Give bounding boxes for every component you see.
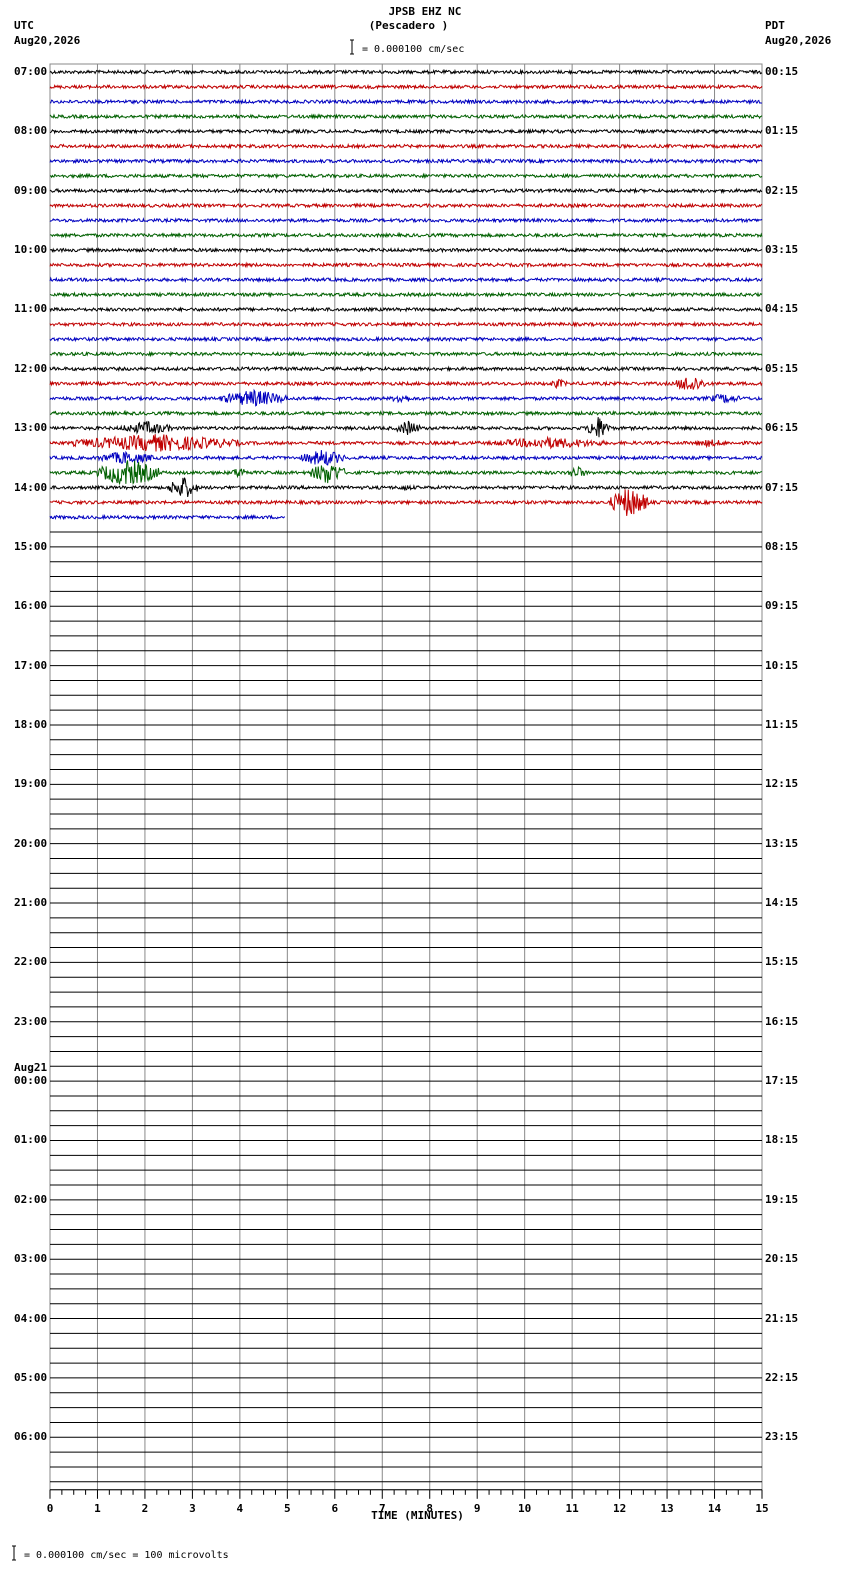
trace-row (49, 460, 763, 486)
trace-row (50, 142, 763, 150)
utc-hour-label: 16:00 (14, 599, 48, 613)
trace-row (49, 417, 763, 438)
utc-hour-label: 08:00 (14, 124, 48, 138)
utc-hour-label: 17:00 (14, 658, 48, 672)
pdt-hour-label: 06:15 (765, 421, 799, 435)
trace-row (49, 477, 763, 497)
footer-scale-text: = 0.000100 cm/sec = 100 microvolts (24, 1550, 229, 1561)
utc-hour-label: 09:00 (14, 183, 48, 197)
pdt-hour-label: 09:15 (765, 599, 799, 613)
trace-row (49, 291, 763, 299)
trace-row (49, 98, 763, 106)
utc-date: Aug20,2026 (14, 34, 81, 47)
utc-hour-label: 11:00 (14, 302, 48, 316)
pdt-hour-label: 21:15 (765, 1311, 799, 1325)
utc-label: UTC (14, 19, 34, 32)
trace-row (49, 388, 763, 407)
seismogram-plot: 0 1 2 3 4 5 6 7 8 9 10 11 12 13 14 15 (12, 39, 769, 1561)
pdt-hour-label: 18:15 (765, 1133, 799, 1147)
pdt-hour-label: 12:15 (765, 777, 799, 791)
utc-hour-label: 22:00 (14, 955, 48, 969)
trace-row (49, 306, 763, 313)
trace-row (49, 157, 763, 165)
pdt-hour-label: 04:15 (765, 302, 799, 316)
utc-hour-label: 01:00 (14, 1133, 48, 1147)
trace-row (49, 513, 286, 521)
utc-hour-label: 07:00 (14, 65, 48, 78)
utc-hour-label: 19:00 (14, 777, 48, 791)
plot-frame (49, 63, 763, 1491)
utc-hour-label: 10:00 (14, 243, 48, 257)
trace-row (49, 335, 763, 343)
trace-row (49, 187, 763, 195)
pdt-hour-label: 10:15 (765, 658, 799, 672)
utc-hour-label: 06:00 (14, 1430, 48, 1444)
trace-row (49, 216, 763, 224)
utc-hour-label: 04:00 (14, 1311, 48, 1325)
trace-row (49, 434, 763, 452)
next-date-label: Aug21 (14, 1061, 48, 1074)
station-location: (Pescadero ) (368, 19, 449, 32)
trace-row (49, 83, 763, 91)
trace-row (49, 261, 763, 269)
utc-hour-label: 21:00 (14, 896, 48, 910)
pdt-hour-label: 16:15 (765, 1014, 799, 1028)
utc-hour-label: 14:00 (14, 480, 48, 494)
trace-row (49, 113, 763, 120)
trace-row (49, 320, 763, 328)
pdt-hour-label: 15:15 (765, 955, 799, 969)
pdt-hour-label: 22:15 (765, 1370, 799, 1384)
pdt-hour-label: 03:15 (765, 243, 799, 257)
trace-row (49, 128, 763, 135)
pdt-hour-label: 01:15 (765, 124, 799, 138)
trace-row (49, 246, 763, 254)
pdt-hour-label: 02:15 (765, 183, 799, 197)
utc-hour-label: 02:00 (14, 1192, 48, 1206)
utc-hour-label: 15:00 (14, 539, 48, 553)
utc-hour-label: 03:00 (14, 1252, 48, 1266)
pdt-date: Aug20,2026 (765, 34, 832, 47)
utc-hour-label: 18:00 (14, 717, 48, 731)
trace-row (49, 489, 763, 516)
utc-hour-label: 00:00 (14, 1074, 48, 1088)
pdt-hour-label: 08:15 (765, 539, 799, 553)
trace-row (49, 377, 763, 391)
utc-hour-label: 12:00 (14, 361, 48, 375)
pdt-hour-label: 19:15 (765, 1192, 799, 1206)
utc-hour-label: 23:00 (14, 1014, 48, 1028)
trace-row (49, 276, 763, 284)
trace-row (49, 202, 763, 209)
pdt-hour-label: 11:15 (765, 717, 799, 731)
pdt-label: PDT (765, 19, 785, 32)
station-title: JPSB EHZ NC (388, 5, 462, 18)
trace-row (49, 68, 763, 76)
pdt-hour-label: 17:15 (765, 1074, 799, 1088)
pdt-hour-label: 07:15 (765, 480, 799, 494)
pdt-hour-label: 23:15 (765, 1430, 799, 1444)
utc-hour-label: 05:00 (14, 1370, 48, 1384)
pdt-hour-label: 13:15 (765, 836, 799, 850)
trace-row (49, 450, 763, 466)
pdt-hour-label: 00:15 (765, 65, 799, 78)
trace-row (49, 231, 763, 239)
utc-hour-label: 13:00 (14, 421, 48, 435)
trace-row (49, 365, 763, 373)
pdt-hour-label: 14:15 (765, 896, 799, 910)
utc-hour-label: 20:00 (14, 836, 48, 850)
pdt-hour-label: 05:15 (765, 361, 799, 375)
pdt-hour-label: 20:15 (765, 1252, 799, 1266)
trace-row (49, 409, 763, 417)
scale-text: = 0.000100 cm/sec (362, 44, 465, 55)
trace-row (49, 172, 763, 180)
trace-row (49, 350, 763, 358)
x-axis-title: TIME (MINUTES) (371, 1509, 464, 1522)
